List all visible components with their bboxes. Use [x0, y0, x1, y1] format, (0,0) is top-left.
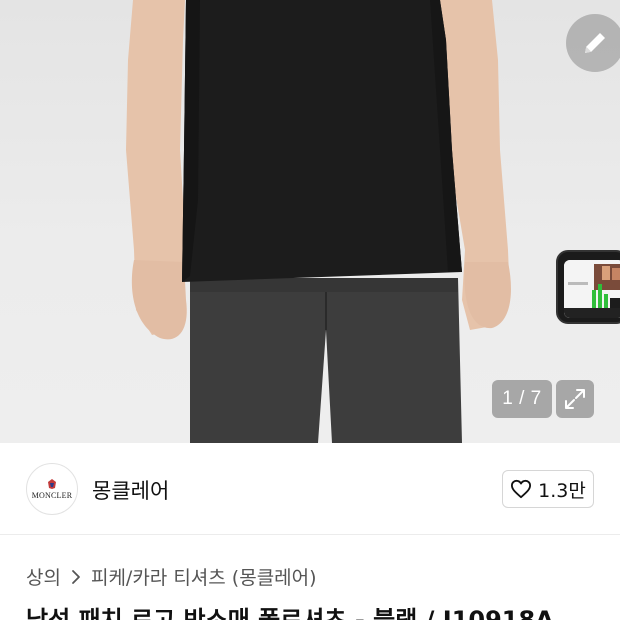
breadcrumb: 상의 피케/카라 티셔츠 (몽클레어) — [26, 563, 317, 590]
image-counter-text: 1 / 7 — [502, 388, 542, 409]
breadcrumb-item-category[interactable]: 상의 — [26, 563, 61, 590]
thumbnail-image — [564, 260, 620, 318]
floating-video-thumbnail[interactable] — [556, 250, 620, 324]
product-image-gallery[interactable]: 1 / 7 — [0, 0, 620, 443]
brand-name[interactable]: 몽클레어 — [92, 475, 169, 505]
like-count: 1.3만 — [538, 479, 586, 502]
brand-logo-text: MONCLER — [31, 490, 73, 500]
edit-button[interactable] — [566, 14, 620, 72]
image-counter: 1 / 7 — [492, 380, 552, 418]
product-title-container: 남성 패치 로고 반소매 폴로셔츠 - 블랙 / J10918A — [26, 600, 620, 620]
pencil-icon — [585, 33, 605, 53]
brand-logo[interactable]: MONCLER — [26, 463, 78, 515]
product-title: 남성 패치 로고 반소매 폴로셔츠 - 블랙 / J10918A — [26, 606, 554, 620]
breadcrumb-item-subcategory[interactable]: 피케/카라 티셔츠 (몽클레어) — [91, 563, 317, 590]
expand-icon — [565, 389, 585, 409]
moncler-emblem-icon — [48, 478, 56, 489]
brand-row: MONCLER 몽클레어 1.3만 — [0, 443, 620, 535]
like-button[interactable]: 1.3만 — [502, 470, 594, 508]
product-photo — [126, 0, 511, 443]
chevron-right-icon — [71, 569, 81, 585]
heart-icon — [511, 479, 532, 499]
expand-button[interactable] — [556, 380, 594, 418]
